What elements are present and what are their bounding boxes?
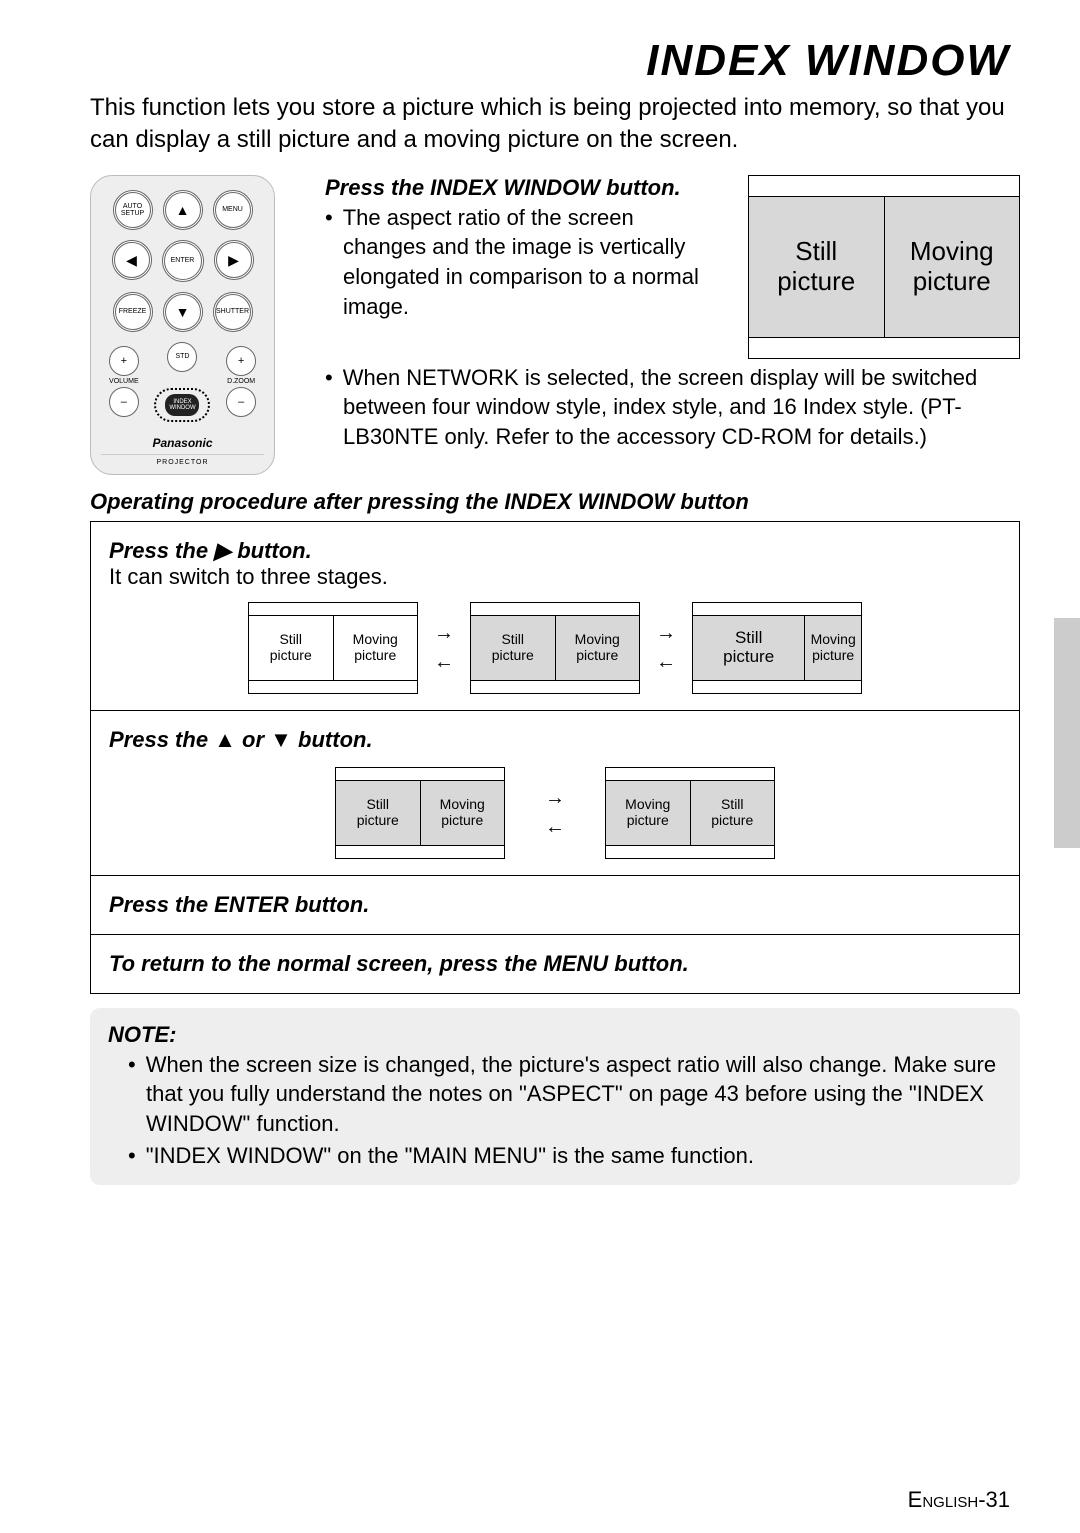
- proc-row-2: Press the ▲ or ▼ button. Still picture M…: [91, 710, 1020, 875]
- procedure-table: Press the ▶ button. It can switch to thr…: [90, 521, 1020, 994]
- page-title: INDEX WINDOW: [90, 36, 1020, 86]
- remote-index-window: INDEX WINDOW: [165, 394, 199, 416]
- remote-right: ▶: [214, 240, 254, 280]
- row1-label: Press the ▶ button.: [109, 538, 312, 563]
- page-footer: English-31: [908, 1487, 1010, 1513]
- note-1: When the screen size is changed, the pic…: [108, 1050, 1002, 1139]
- example-moving: Moving picture: [885, 197, 1020, 337]
- intro-text: This function lets you store a picture w…: [90, 92, 1020, 157]
- side-tab: [1054, 618, 1080, 848]
- row2-label: Press the ▲ or ▼ button.: [109, 727, 373, 752]
- stage-3: Still picture Moving picture: [692, 602, 862, 694]
- stage-1: Still picture Moving picture: [248, 602, 418, 694]
- example-still: Still picture: [749, 197, 885, 337]
- remote-shutter: SHUTTER: [213, 292, 253, 332]
- remote-menu: MENU: [213, 190, 253, 230]
- remote-volume: + VOLUME –: [109, 346, 139, 417]
- row4-label: To return to the normal screen, press th…: [109, 951, 689, 976]
- row1-text: It can switch to three stages.: [109, 564, 388, 589]
- proc-row-4: To return to the normal screen, press th…: [91, 934, 1020, 993]
- row3-label: Press the ENTER button.: [109, 892, 369, 917]
- remote-sublabel: PROJECTOR: [101, 454, 264, 466]
- arrow-icon: →←: [434, 622, 454, 674]
- remote-diagram: AUTO SETUP ▲ MENU ◀ ENTER ▶ FREEZE ▼ SHU…: [90, 175, 275, 475]
- press-bullet-1: The aspect ratio of the screen changes a…: [305, 203, 718, 322]
- arrow-icon: →←: [656, 622, 676, 674]
- note-2: "INDEX WINDOW" on the "MAIN MENU" is the…: [108, 1141, 1002, 1171]
- remote-dzoom: + D.ZOOM –: [226, 346, 256, 417]
- main-example-diagram: Still picture Moving picture: [748, 175, 1020, 359]
- remote-down: ▼: [163, 292, 203, 332]
- arrow-icon: →←: [545, 787, 565, 839]
- swap-a: Still picture Moving picture: [335, 767, 505, 859]
- stage-2: Still picture Moving picture: [470, 602, 640, 694]
- remote-up: ▲: [163, 190, 203, 230]
- remote-freeze: FREEZE: [113, 292, 153, 332]
- remote-std: STD: [167, 342, 197, 372]
- after-heading: Operating procedure after pressing the I…: [90, 489, 1020, 515]
- remote-enter: ENTER: [162, 240, 204, 282]
- note-title: NOTE:: [108, 1022, 1002, 1048]
- proc-row-3: Press the ENTER button.: [91, 875, 1020, 934]
- remote-index-highlight: INDEX WINDOW: [154, 388, 210, 422]
- note-box: NOTE: When the screen size is changed, t…: [90, 1008, 1020, 1185]
- remote-left: ◀: [112, 240, 152, 280]
- remote-auto-setup: AUTO SETUP: [113, 190, 153, 230]
- press-bullet-2: When NETWORK is selected, the screen dis…: [305, 363, 1020, 452]
- remote-brand: Panasonic: [101, 436, 264, 450]
- proc-row-1: Press the ▶ button. It can switch to thr…: [91, 521, 1020, 710]
- press-heading: Press the INDEX WINDOW button.: [305, 175, 718, 201]
- swap-b: Moving picture Still picture: [605, 767, 775, 859]
